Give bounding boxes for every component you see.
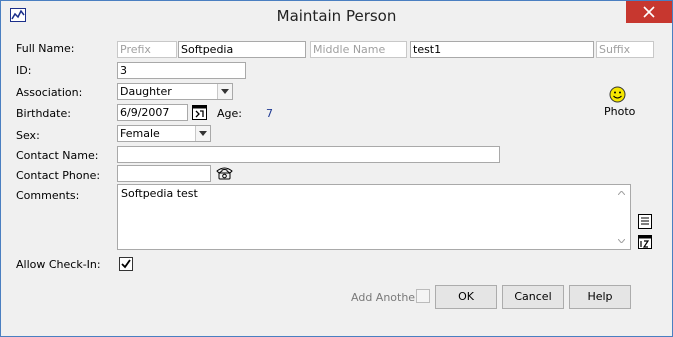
- id-label: ID:: [16, 64, 32, 77]
- contact-name-label: Contact Name:: [16, 149, 99, 162]
- title-bar: Maintain Person: [1, 1, 672, 32]
- cancel-button[interactable]: Cancel: [502, 285, 564, 309]
- chevron-down-icon: [199, 131, 207, 136]
- notes-icon[interactable]: [638, 214, 652, 229]
- sex-value: Female: [120, 127, 160, 140]
- close-icon: [643, 6, 655, 18]
- contact-phone-field[interactable]: [117, 165, 211, 182]
- contact-name-field[interactable]: [117, 146, 500, 163]
- comments-scrollbar[interactable]: [613, 185, 630, 249]
- last-name-field[interactable]: test1: [410, 41, 594, 58]
- calendar-icon[interactable]: [192, 104, 207, 120]
- sex-select[interactable]: Female: [117, 125, 211, 142]
- comments-label: Comments:: [16, 189, 80, 202]
- sex-dropdown-arrow[interactable]: [195, 126, 210, 141]
- sex-label: Sex:: [16, 129, 40, 142]
- checkmark-icon: [121, 259, 131, 269]
- association-dropdown-arrow[interactable]: [217, 84, 232, 99]
- add-another-checkbox[interactable]: [416, 289, 430, 303]
- photo-label: Photo: [604, 105, 636, 118]
- comments-text: Softpedia test: [121, 187, 198, 200]
- maintain-person-window: Maintain Person Full Name: Prefix Softpe…: [0, 0, 673, 337]
- id-field[interactable]: 3: [117, 62, 246, 79]
- suffix-field[interactable]: Suffix: [596, 41, 654, 58]
- scroll-down-icon[interactable]: [618, 239, 625, 243]
- association-value: Daughter: [120, 85, 172, 98]
- add-another-label: Add Another: [351, 291, 420, 304]
- birthdate-label: Birthdate:: [16, 107, 71, 120]
- association-label: Association:: [16, 86, 83, 99]
- middle-name-field[interactable]: Middle Name: [310, 41, 407, 58]
- full-name-label: Full Name:: [16, 42, 75, 55]
- comments-textarea[interactable]: Softpedia test: [117, 184, 631, 250]
- allow-checkin-checkbox[interactable]: [119, 257, 133, 271]
- phone-icon[interactable]: [216, 166, 233, 180]
- association-select[interactable]: Daughter: [117, 83, 233, 100]
- calendar-edit-icon[interactable]: [638, 234, 652, 249]
- ok-button[interactable]: OK: [435, 285, 497, 309]
- age-value: 7: [266, 107, 273, 120]
- first-name-field[interactable]: Softpedia: [178, 41, 306, 58]
- close-button[interactable]: [626, 1, 672, 23]
- scroll-up-icon[interactable]: [618, 191, 625, 195]
- help-button[interactable]: Help: [569, 285, 631, 309]
- prefix-field[interactable]: Prefix: [117, 41, 177, 58]
- age-label: Age:: [217, 107, 242, 120]
- allow-checkin-label: Allow Check-In:: [16, 258, 101, 271]
- chevron-down-icon: [221, 89, 229, 94]
- window-title: Maintain Person: [276, 7, 397, 25]
- contact-phone-label: Contact Phone:: [16, 169, 101, 182]
- smiley-photo-icon[interactable]: [609, 86, 626, 103]
- birthdate-field[interactable]: 6/9/2007: [117, 104, 188, 121]
